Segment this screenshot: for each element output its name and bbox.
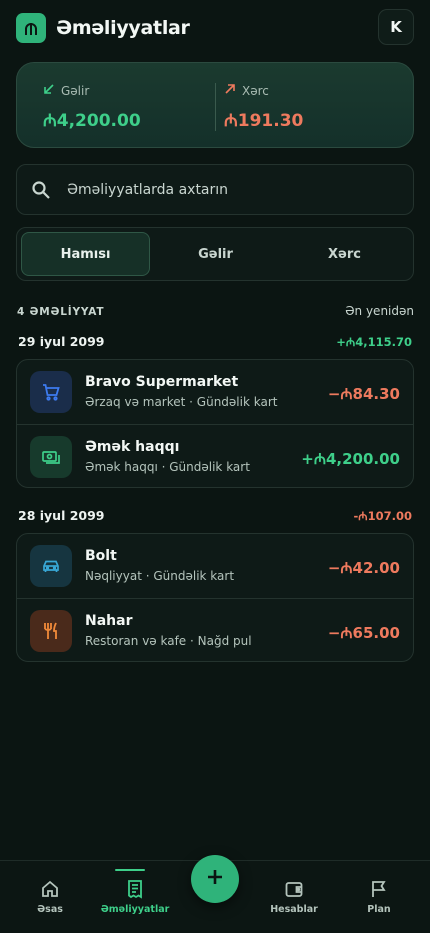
plus-icon: [205, 867, 225, 891]
transaction-subtitle: Restoran və kafe · Nağd pul: [85, 634, 252, 648]
flag-icon: [369, 878, 389, 900]
sort-button[interactable]: Ən yenidən: [345, 304, 414, 318]
money-icon: [30, 436, 72, 478]
transaction-group: Bolt Nəqliyyat · Gündəlik kart −₼42.00 N…: [16, 533, 414, 662]
expense-label: Xərc: [242, 83, 269, 98]
tab-expense[interactable]: Xərc: [280, 232, 409, 276]
avatar-initial: K: [390, 18, 402, 36]
avatar[interactable]: K: [378, 9, 414, 45]
car-icon: [30, 545, 72, 587]
nav-item-accounts[interactable]: Hesablar: [254, 861, 334, 933]
day-header: 28 iyul 2099 -₼107.00: [18, 508, 414, 526]
day-total: -₼107.00: [353, 509, 412, 523]
nav-item-home[interactable]: Əsas: [10, 861, 90, 933]
transaction-amount: −₼65.00: [327, 624, 400, 642]
day-header: 29 iyul 2099 +₼4,115.70: [18, 334, 414, 352]
home-icon: [40, 878, 60, 900]
cart-icon: [30, 371, 72, 413]
transaction-title: Bolt: [85, 548, 117, 564]
transaction-subtitle: Ərzaq və market · Gündəlik kart: [85, 395, 278, 409]
add-transaction-button[interactable]: [191, 855, 239, 903]
nav-label: Plan: [367, 904, 391, 915]
wallet-icon: [284, 878, 304, 900]
app-logo-icon: [16, 13, 46, 43]
transaction-amount: −₼42.00: [327, 559, 400, 577]
tab-all[interactable]: Hamısı: [21, 232, 150, 276]
search-input[interactable]: [67, 165, 397, 214]
search-bar[interactable]: [16, 164, 414, 215]
arrow-down-left-icon: [43, 83, 55, 98]
transaction-amount: +₼4,200.00: [301, 450, 400, 468]
transaction-count: 4 ƏMƏLİYYAT: [17, 306, 105, 318]
transaction-title: Əmək haqqı: [85, 439, 180, 455]
day-total: +₼4,115.70: [336, 335, 412, 349]
nav-label: Əsas: [37, 904, 63, 915]
transaction-subtitle: Nəqliyyat · Gündəlik kart: [85, 569, 235, 583]
transaction-row[interactable]: Bravo Supermarket Ərzaq və market · Günd…: [17, 360, 413, 424]
arrow-up-right-icon: [224, 83, 236, 98]
nav-item-plan[interactable]: Plan: [339, 861, 419, 933]
search-icon: [31, 180, 51, 204]
transaction-row[interactable]: Bolt Nəqliyyat · Gündəlik kart −₼42.00: [17, 534, 413, 598]
income-label: Gəlir: [61, 83, 90, 98]
transaction-title: Bravo Supermarket: [85, 374, 239, 390]
nav-label: Hesablar: [270, 904, 318, 915]
transaction-row[interactable]: Əmək haqqı Əmək haqqı · Gündəlik kart +₼…: [17, 424, 413, 488]
page-title: Əməliyyatlar: [56, 17, 190, 39]
divider: [215, 83, 216, 131]
transaction-subtitle: Əmək haqqı · Gündəlik kart: [85, 460, 250, 474]
day-date: 28 iyul 2099: [18, 508, 105, 523]
app-header: Əməliyyatlar K: [16, 9, 414, 48]
utensils-icon: [30, 610, 72, 652]
transaction-group: Bravo Supermarket Ərzaq və market · Günd…: [16, 359, 414, 488]
nav-item-transactions[interactable]: Əməliyyatlar: [95, 861, 175, 933]
transaction-row[interactable]: Nahar Restoran və kafe · Nağd pul −₼65.0…: [17, 598, 413, 662]
transaction-title: Nahar: [85, 613, 133, 629]
transaction-amount: −₼84.30: [327, 385, 400, 403]
receipt-icon: [125, 878, 145, 900]
nav-label: Əməliyyatlar: [100, 904, 170, 915]
summary-card: Gəlir ₼4,200.00 Xərc ₼191.30: [16, 62, 414, 148]
filter-tabs: Hamısı Gəlir Xərc: [16, 227, 414, 281]
day-date: 29 iyul 2099: [18, 334, 105, 349]
expense-value: ₼191.30: [224, 111, 304, 131]
income-value: ₼4,200.00: [43, 111, 141, 131]
tab-income[interactable]: Gəlir: [151, 232, 280, 276]
